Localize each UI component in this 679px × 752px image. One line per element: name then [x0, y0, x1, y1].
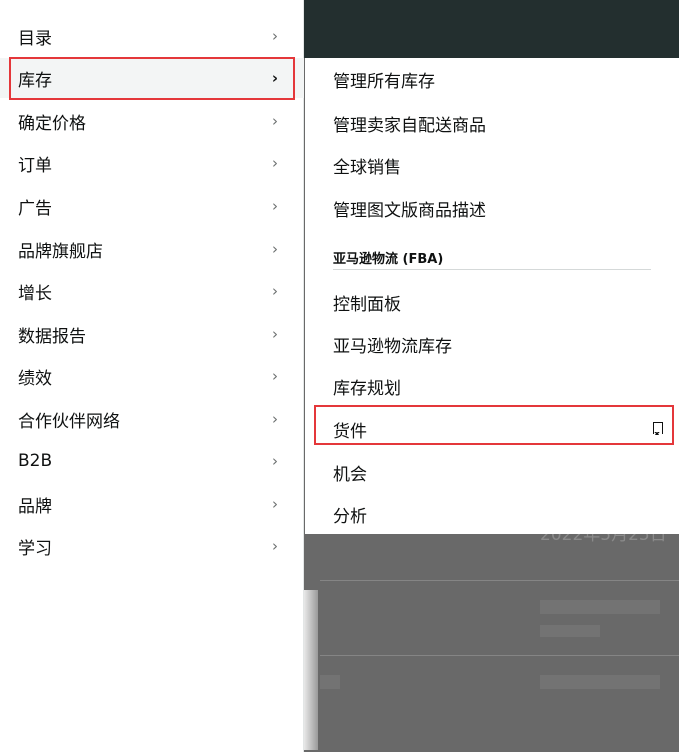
background-blurred-text: [540, 600, 660, 614]
chevron-right-icon: ›: [272, 240, 278, 258]
menu-item-inventory[interactable]: 库存 ›: [0, 58, 304, 98]
menu-item-label: 订单: [18, 155, 52, 176]
submenu-item-shipments[interactable]: 货件: [333, 417, 367, 442]
menu-item-catalog[interactable]: 目录 ›: [0, 16, 304, 56]
submenu-item-manage-a-plus-content[interactable]: 管理图文版商品描述: [333, 196, 486, 221]
menu-item-pricing[interactable]: 确定价格 ›: [0, 101, 304, 141]
menu-item-growth[interactable]: 增长 ›: [0, 271, 304, 311]
menu-item-label: 确定价格: [18, 113, 86, 134]
menu-item-label: 合作伙伴网络: [18, 411, 120, 432]
background-blurred-text: [320, 675, 340, 689]
menu-item-brands[interactable]: 品牌 ›: [0, 484, 304, 524]
menu-item-label: 学习: [18, 538, 52, 559]
chevron-right-icon: ›: [272, 537, 278, 555]
chevron-right-icon: ›: [272, 410, 278, 428]
chevron-right-icon: ›: [272, 154, 278, 172]
bookmark-icon[interactable]: [652, 422, 663, 435]
submenu-item-fba-dashboard[interactable]: 控制面板: [333, 290, 401, 315]
submenu-item-inventory-planning[interactable]: 库存规划: [333, 374, 401, 399]
chevron-right-icon: ›: [271, 69, 278, 87]
section-title-fba: 亚马逊物流 (FBA): [333, 252, 444, 267]
section-divider: [333, 269, 651, 270]
background-blurred-text: [540, 625, 600, 637]
menu-item-label: 品牌旗舰店: [18, 241, 103, 262]
background-blurred-text: [540, 675, 660, 689]
background-divider: [320, 580, 679, 581]
menu-item-label: 数据报告: [18, 326, 86, 347]
menu-item-label: 库存: [18, 70, 52, 91]
chevron-right-icon: ›: [272, 367, 278, 385]
chevron-right-icon: ›: [272, 325, 278, 343]
background-divider: [320, 655, 679, 656]
chevron-right-icon: ›: [272, 112, 278, 130]
menu-item-partner-network[interactable]: 合作伙伴网络 ›: [0, 399, 304, 439]
menu-item-advertising[interactable]: 广告 ›: [0, 186, 304, 226]
menu-item-label: 绩效: [18, 368, 52, 389]
submenu-item-global-selling[interactable]: 全球销售: [333, 153, 401, 178]
main-navigation-menu: 目录 › 库存 › 确定价格 › 订单 › 广告 › 品牌旗舰店 › 增长 › …: [0, 0, 304, 752]
chevron-right-icon: ›: [272, 197, 278, 215]
menu-item-performance[interactable]: 绩效 ›: [0, 356, 304, 396]
chevron-right-icon: ›: [272, 452, 278, 470]
submenu-item-manage-fbm-products[interactable]: 管理卖家自配送商品: [333, 111, 486, 136]
chevron-right-icon: ›: [272, 282, 278, 300]
submenu-item-analytics[interactable]: 分析: [333, 502, 367, 527]
menu-item-stores[interactable]: 品牌旗舰店 ›: [0, 229, 304, 269]
submenu-item-manage-all-inventory[interactable]: 管理所有库存: [333, 67, 435, 92]
menu-item-orders[interactable]: 订单 ›: [0, 143, 304, 183]
menu-item-label: 增长: [18, 283, 52, 304]
submenu-item-opportunities[interactable]: 机会: [333, 460, 367, 485]
chevron-right-icon: ›: [272, 495, 278, 513]
chevron-right-icon: ›: [272, 27, 278, 45]
menu-item-label: B2B: [18, 451, 53, 471]
menu-item-label: 广告: [18, 198, 52, 219]
menu-item-label: 目录: [18, 28, 52, 49]
menu-item-reports[interactable]: 数据报告 ›: [0, 314, 304, 354]
menu-item-b2b[interactable]: B2B ›: [0, 441, 304, 481]
menu-item-learn[interactable]: 学习 ›: [0, 526, 304, 566]
inventory-submenu: 管理所有库存 管理卖家自配送商品 全球销售 管理图文版商品描述 亚马逊物流 (F…: [305, 58, 679, 534]
menu-item-label: 品牌: [18, 496, 52, 517]
top-navigation-bar: [304, 0, 679, 58]
submenu-item-fba-inventory[interactable]: 亚马逊物流库存: [333, 332, 452, 357]
